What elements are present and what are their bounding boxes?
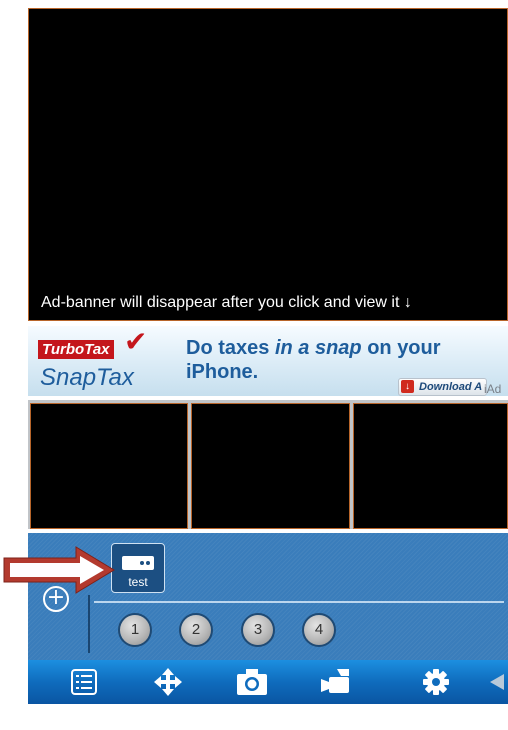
iad-label: iAd: [484, 382, 502, 396]
camera-icon: [237, 669, 267, 695]
scroll-arrow-icon[interactable]: [490, 674, 504, 690]
camera-grid: [28, 400, 508, 529]
panel-vertical-divider: [88, 595, 90, 653]
camera-number-1[interactable]: 1: [118, 613, 152, 647]
toolbar-record-button[interactable]: [308, 660, 364, 704]
ad-download-label: Download A: [419, 381, 483, 393]
move-icon: [154, 668, 182, 696]
checkmark-icon: ✔: [124, 326, 148, 358]
highlight-arrow-icon: [3, 546, 115, 594]
toolbar-snapshot-button[interactable]: [224, 660, 280, 704]
ad-headline-emphasis: in a snap: [274, 337, 362, 359]
ad-banner[interactable]: TurboTax ✔ SnapTax Do taxes in a snap on…: [28, 326, 508, 396]
gear-icon: [423, 669, 449, 695]
camera-cell-2[interactable]: [191, 403, 350, 529]
panel-divider: [94, 601, 504, 603]
bottom-toolbar: [28, 660, 508, 704]
ad-brand-top: TurboTax: [38, 340, 114, 359]
ad-notice-text: Ad-banner will disappear after you click…: [41, 294, 412, 311]
camera-cell-3[interactable]: [353, 403, 508, 529]
record-icon: [321, 669, 349, 693]
camera-cell-1[interactable]: [30, 403, 188, 529]
camera-number-2[interactable]: 2: [179, 613, 213, 647]
toolbar-list-button[interactable]: [56, 660, 112, 704]
download-icon: ↓: [401, 380, 414, 393]
ad-download-button[interactable]: ↓ Download A: [398, 378, 488, 396]
device-group-label: test: [128, 575, 148, 589]
camera-number-4[interactable]: 4: [302, 613, 336, 647]
list-icon: [71, 669, 97, 695]
ad-headline-part1: Do taxes: [186, 337, 275, 359]
toolbar-settings-button[interactable]: [408, 660, 464, 704]
device-group-test[interactable]: test: [111, 543, 165, 593]
ad-brand-bottom: SnapTax: [40, 364, 134, 391]
bottom-strip: [28, 704, 508, 730]
ad-headline: Do taxes in a snap on your iPhone.: [186, 336, 446, 384]
dvr-icon: [122, 556, 154, 570]
camera-number-3[interactable]: 3: [241, 613, 275, 647]
toolbar-move-button[interactable]: [140, 660, 196, 704]
main-video-view[interactable]: Ad-banner will disappear after you click…: [28, 8, 508, 321]
